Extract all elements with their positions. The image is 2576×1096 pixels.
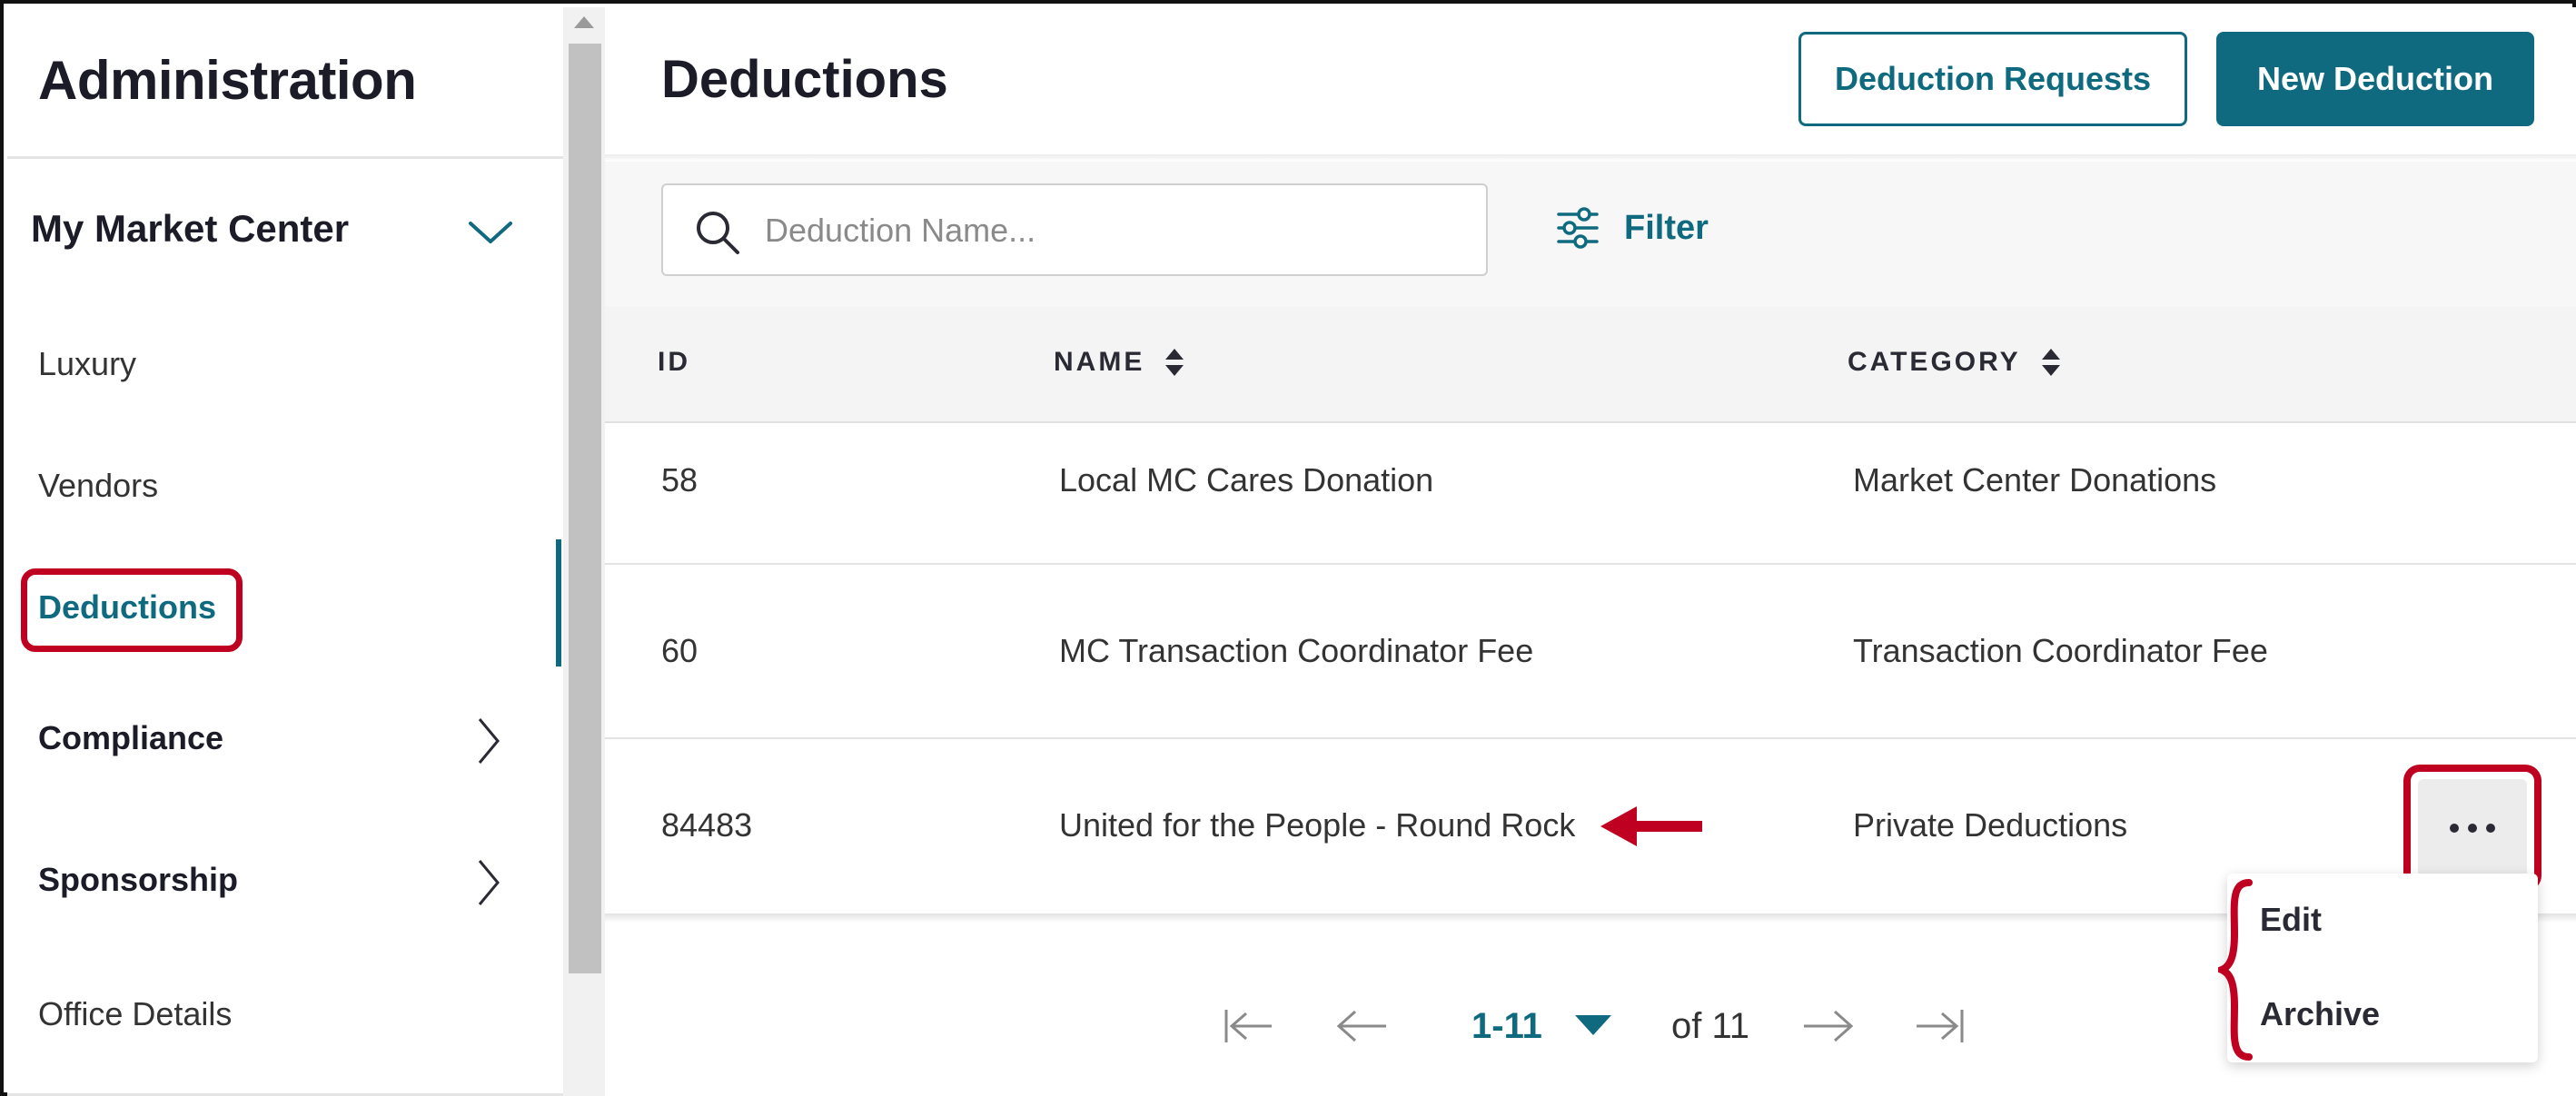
table-row[interactable]: 60 MC Transaction Coordinator Fee Transa… — [605, 565, 2576, 739]
column-header-label: ID — [658, 347, 690, 377]
deduction-requests-button[interactable]: Deduction Requests — [1798, 32, 2187, 126]
annotation-arrow-icon — [1600, 806, 1702, 846]
filter-button[interactable]: Filter — [1555, 205, 1709, 251]
sidebar-item-sponsorship[interactable]: Sponsorship — [38, 861, 238, 899]
cell-name: United for the People - Round Rock — [1059, 806, 1576, 844]
column-header-label: NAME — [1054, 347, 1145, 377]
search-input[interactable] — [765, 205, 1455, 256]
cell-category: Private Deductions — [1853, 806, 2128, 844]
column-header-category[interactable]: CATEGORY — [1848, 347, 2061, 378]
scroll-up-arrow-icon[interactable] — [574, 16, 594, 28]
sidebar-title: Administration — [38, 50, 417, 111]
header-divider — [605, 154, 2576, 162]
cell-name: Local MC Cares Donation — [1059, 461, 1434, 499]
sort-icon[interactable] — [2041, 347, 2061, 378]
annotation-highlight-deductions — [21, 568, 243, 652]
cell-category: Market Center Donations — [1853, 461, 2217, 499]
column-header-label: CATEGORY — [1848, 347, 2021, 377]
annotation-highlight-actions — [2403, 765, 2541, 892]
screenshot-frame: Administration My Market Center Luxury V… — [0, 0, 2576, 1096]
toolbar: Filter — [605, 162, 2576, 307]
filter-icon — [1557, 207, 1599, 249]
sidebar-item-luxury[interactable]: Luxury — [38, 345, 136, 383]
table-row[interactable]: 58 Local MC Cares Donation Market Center… — [605, 423, 2576, 565]
cell-id: 84483 — [661, 806, 753, 844]
chevron-right-icon[interactable] — [474, 716, 501, 766]
page-title: Deductions — [661, 50, 948, 109]
active-indicator — [556, 539, 561, 666]
chevron-right-icon[interactable] — [474, 857, 501, 908]
cell-category: Transaction Coordinator Fee — [1853, 632, 2268, 669]
cell-id: 60 — [661, 632, 698, 669]
table-header: ID NAME CATEGORY — [605, 307, 2576, 423]
page-range-select[interactable]: 1-11 — [1471, 1006, 1542, 1047]
cell-name: MC Transaction Coordinator Fee — [1059, 632, 1534, 669]
main-content: Deductions Deduction Requests New Deduct… — [605, 7, 2576, 1096]
page-total: of 11 — [1671, 1006, 1749, 1046]
chevron-down-icon[interactable] — [465, 214, 516, 251]
scrollbar-thumb[interactable] — [569, 44, 601, 973]
column-header-name[interactable]: NAME — [1054, 347, 1184, 378]
sidebar-group-my-market-center[interactable]: My Market Center — [31, 207, 349, 251]
chevron-down-icon[interactable] — [1575, 1015, 1611, 1035]
prev-page-icon[interactable] — [1335, 1006, 1390, 1046]
sidebar-item-vendors[interactable]: Vendors — [38, 467, 158, 505]
sidebar-divider — [7, 156, 563, 159]
sort-icon[interactable] — [1164, 347, 1184, 378]
last-page-icon[interactable] — [1913, 1006, 1967, 1046]
column-header-id[interactable]: ID — [658, 347, 690, 378]
menu-item-edit[interactable]: Edit — [2260, 901, 2322, 939]
sidebar-scrollbar[interactable] — [563, 7, 605, 1096]
sidebar-item-office-details[interactable]: Office Details — [38, 995, 232, 1033]
first-page-icon[interactable] — [1221, 1006, 1275, 1046]
search-box[interactable] — [661, 183, 1488, 276]
sidebar: Administration My Market Center Luxury V… — [7, 7, 563, 1096]
next-page-icon[interactable] — [1800, 1006, 1855, 1046]
sidebar-item-compliance[interactable]: Compliance — [38, 719, 223, 757]
search-icon — [697, 212, 739, 254]
cell-id: 58 — [661, 461, 698, 499]
filter-label: Filter — [1624, 208, 1709, 247]
pagination: 1-11 of 11 — [605, 979, 2576, 1070]
new-deduction-button[interactable]: New Deduction — [2216, 32, 2534, 126]
